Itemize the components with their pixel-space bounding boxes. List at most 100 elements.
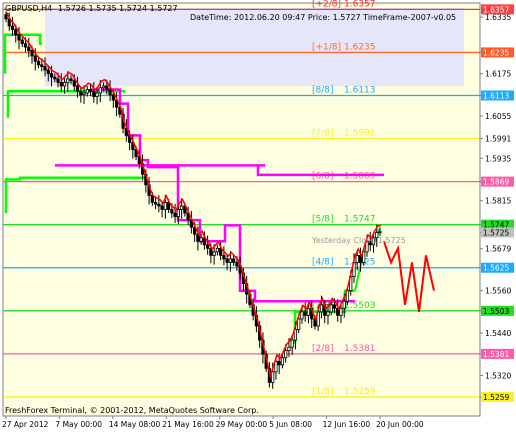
candle-body [160, 205, 164, 210]
candle-body [92, 90, 96, 97]
price-badge-label: 1.5625 [483, 264, 509, 273]
price-badge-label: 1.5869 [483, 178, 509, 187]
candle-body [300, 311, 304, 320]
candle-body [27, 46, 31, 52]
candle-body [232, 258, 236, 263]
candle-body [82, 92, 86, 96]
candle-body [30, 50, 34, 57]
candle-body [180, 205, 184, 210]
candle-body [66, 78, 70, 83]
candle-body [326, 311, 330, 316]
candle-body [23, 43, 28, 48]
time-tick-label: 20 Jun 00:00 [376, 420, 424, 429]
candle-body [75, 85, 80, 92]
candle-body [56, 78, 60, 83]
murrey-level-label: [8/8] [312, 85, 334, 95]
candle-body [319, 304, 324, 313]
candle-body [332, 304, 337, 309]
murrey-level-label: [4/8] [312, 258, 334, 268]
candle-body [49, 73, 54, 78]
candle-body [105, 85, 109, 90]
murrey-level-label: [+2/8] [312, 0, 341, 9]
copyright-text: FreshForex Terminal, © 2001-2012, MetaQu… [5, 406, 259, 415]
murrey-level-label: [1/8] [312, 387, 334, 397]
murrey-level-price: 1.5381 [344, 344, 376, 354]
candle-body [342, 300, 346, 309]
price-chart[interactable]: [+2/8] 1.6357[+1/8] 1.6235[8/8] 1.6113[7/8]… [0, 0, 516, 432]
candle-body [69, 78, 73, 82]
price-badge-label: 1.5381 [483, 350, 509, 359]
time-tick-label: 29 May 00:00 [216, 420, 268, 429]
murrey-level-price: 1.5747 [344, 215, 376, 225]
candle-body [36, 60, 41, 66]
price-badge-label: 1.6235 [483, 48, 509, 57]
candle-body [176, 209, 180, 217]
chart-window[interactable]: [+2/8] 1.6357 [+1/8] 1.6235 [8/8] 1.6113 [7/8]… [0, 0, 516, 432]
murrey-level-label: [7/8] [312, 129, 334, 139]
price-tick-label: 1.5320 [485, 371, 511, 380]
candle-body [329, 304, 333, 313]
murrey-level-price: 1.5259 [344, 387, 376, 397]
candle-body [108, 89, 112, 96]
candle-body [14, 29, 18, 36]
time-tick-label: 7 May 00:00 [55, 420, 102, 429]
candle-body [95, 92, 99, 97]
price-badge-label: 1.6113 [483, 91, 509, 100]
candle-body [303, 311, 307, 316]
murrey-level-price: 1.5991 [344, 129, 376, 139]
candle-body [59, 82, 63, 87]
candle-body [10, 25, 15, 30]
candle-body [339, 307, 343, 316]
candle-body [173, 212, 177, 217]
murrey-level-price: 1.6357 [344, 0, 376, 9]
price-tick-label: 1.6175 [485, 70, 511, 79]
price-tick-label: 1.6335 [485, 13, 511, 22]
time-tick-label: 21 May 16:00 [162, 420, 214, 429]
price-tick-label: 1.5440 [485, 329, 511, 338]
info-line: DateTime: 2012.06.20 09:47 Price: 1.5727… [190, 13, 456, 22]
price-badge-label: 1.5259 [483, 393, 509, 402]
murrey-level-label: [2/8] [312, 344, 334, 354]
murrey-level-label: [6/8] [312, 172, 334, 182]
price-tick-label: 1.5679 [485, 245, 511, 254]
price-badge-label: 1.5503 [483, 307, 509, 316]
candle-body [17, 34, 21, 41]
candle-body [225, 258, 229, 263]
candle-body [355, 254, 359, 263]
murrey-level-price: 1.6113 [344, 85, 376, 95]
price-badge-label: 1.5725 [483, 228, 509, 237]
candle-body [199, 237, 203, 242]
time-tick-label: 12 Jun 16:00 [323, 420, 371, 429]
price-tick-label: 1.6055 [485, 112, 511, 121]
murrey-level-label: [5/8] [312, 215, 334, 225]
candle-body [284, 350, 288, 359]
candle-body [378, 231, 382, 234]
time-tick-label: 14 May 08:00 [109, 420, 161, 429]
price-tick-label: 1.5991 [485, 135, 511, 144]
price-tick-label: 1.5560 [485, 287, 511, 296]
candle-body [290, 339, 294, 348]
candle-body [212, 251, 216, 256]
murrey-level-label: [+1/8] [312, 42, 341, 52]
candle-body [277, 360, 281, 366]
time-tick-label: 27 Apr 2012 [2, 420, 49, 429]
candle-body [170, 209, 174, 214]
candle-body [101, 85, 106, 89]
candle-body [98, 87, 102, 94]
murrey-level-price: 1.6235 [344, 42, 376, 52]
candle-body [62, 82, 67, 87]
candle-body [4, 14, 8, 20]
candle-body [111, 94, 115, 101]
candle-body [72, 80, 76, 87]
price-tick-label: 1.5935 [485, 154, 511, 163]
candle-body [153, 202, 158, 205]
time-tick-label: 5 Jun 08:00 [269, 420, 312, 429]
ohlc-values: 1.5726 1.5735 1.5724 1.5727 [58, 4, 178, 13]
candle-body [43, 66, 47, 71]
murrey-level-price: 1.5869 [344, 172, 376, 182]
candle-body [215, 247, 219, 253]
candle-body [280, 357, 285, 366]
price-badge-label: 1.6357 [483, 5, 509, 14]
candle-body [53, 76, 57, 80]
candle-body [306, 307, 311, 316]
